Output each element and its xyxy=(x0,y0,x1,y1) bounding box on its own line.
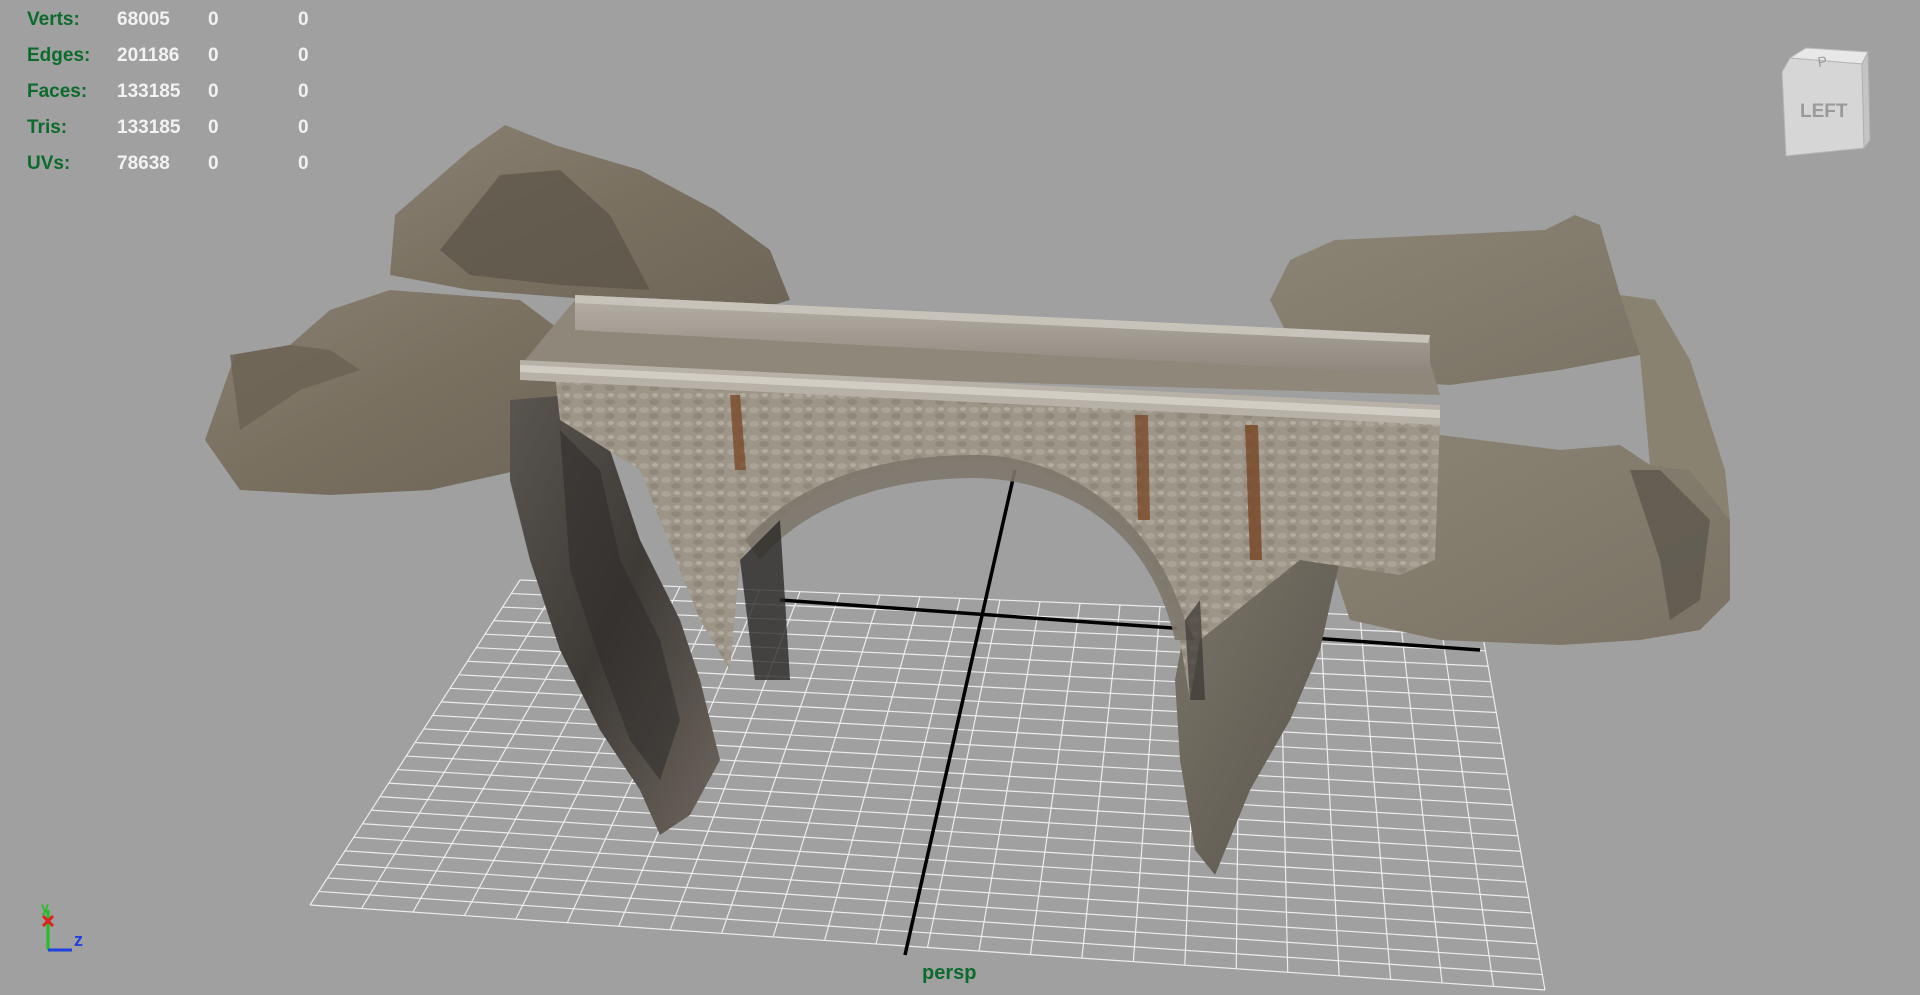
hud-row-edges: Edges: 201186 0 0 xyxy=(27,38,327,74)
poly-count-hud: Verts: 68005 0 0 Edges: 201186 0 0 Faces… xyxy=(27,2,327,182)
hud-value: 0 xyxy=(298,153,309,174)
hud-value: 0 xyxy=(208,81,219,102)
hud-value: 201186 xyxy=(117,45,180,66)
hud-value: 0 xyxy=(298,117,309,138)
y-axis-label: y xyxy=(41,900,49,915)
z-axis-label: z xyxy=(74,930,83,950)
hud-value: 133185 xyxy=(117,81,181,102)
hud-row-faces: Faces: 133185 0 0 xyxy=(27,74,327,110)
view-cube-side-face[interactable] xyxy=(1861,51,1871,150)
hud-value: 0 xyxy=(298,9,309,30)
hud-label: Verts: xyxy=(27,9,80,30)
hud-label: Edges: xyxy=(27,45,91,66)
hud-value: 68005 xyxy=(117,9,170,30)
camera-name-label: persp xyxy=(922,962,977,984)
view-cube[interactable]: P LEFT xyxy=(1776,44,1872,162)
hud-value: 0 xyxy=(208,117,219,138)
hud-value: 0 xyxy=(208,153,219,174)
view-cube-face-label: LEFT xyxy=(1800,101,1848,122)
hud-value: 0 xyxy=(298,81,309,102)
hud-label: UVs: xyxy=(27,153,71,174)
hud-value: 0 xyxy=(208,9,219,30)
bridge-model[interactable] xyxy=(205,125,1730,875)
hud-label: Faces: xyxy=(27,81,88,102)
hud-label: Tris: xyxy=(27,117,68,138)
hud-value: 133185 xyxy=(117,117,181,138)
hud-value: 78638 xyxy=(117,153,170,174)
hud-row-uvs: UVs: 78638 0 0 xyxy=(27,146,327,182)
hud-value: 0 xyxy=(208,45,219,66)
perspective-viewport[interactable]: Verts: 68005 0 0 Edges: 201186 0 0 Faces… xyxy=(0,0,1920,995)
hud-value: 0 xyxy=(298,45,309,66)
hud-row-verts: Verts: 68005 0 0 xyxy=(27,2,327,38)
axis-indicator: y z xyxy=(41,900,83,952)
hud-row-tris: Tris: 133185 0 0 xyxy=(27,110,327,146)
